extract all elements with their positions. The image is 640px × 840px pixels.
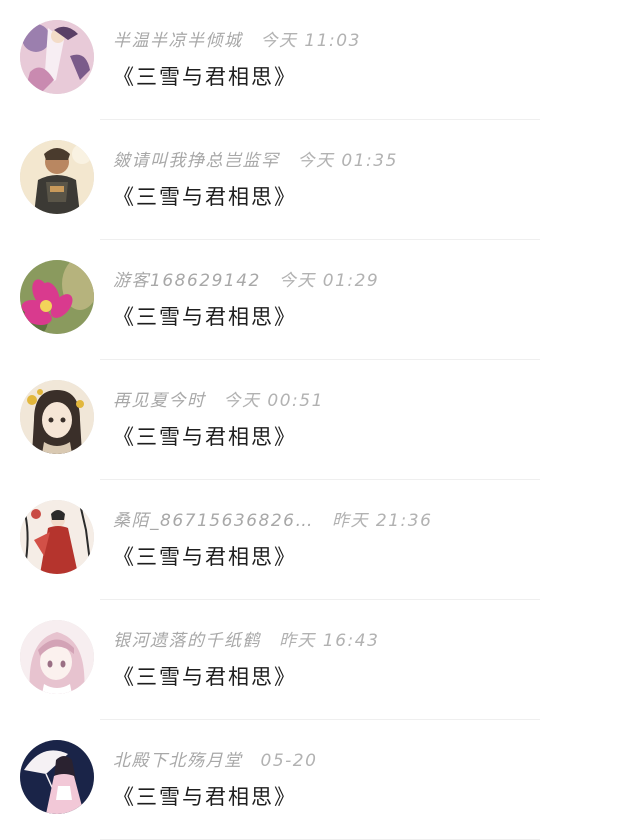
comment-meta: 半温半凉半倾城 今天 11:03 — [113, 29, 361, 53]
username-link[interactable]: 皴请叫我挣总岂监罕 — [113, 151, 280, 171]
comment-item[interactable]: 半温半凉半倾城 今天 11:03 《三雪与君相思》 — [0, 0, 640, 120]
comment-meta: 银河遗落的千纸鹤 昨天 16:43 — [113, 629, 379, 653]
username-link[interactable]: 半温半凉半倾城 — [113, 31, 243, 51]
comment-list: 半温半凉半倾城 今天 11:03 《三雪与君相思》 皴请叫我挣总岂监罕 今天 01:… — [0, 0, 640, 840]
red-robe-figure-avatar-icon[interactable] — [20, 500, 94, 574]
cactus-flower-avatar-icon[interactable] — [20, 260, 94, 334]
pink-anime-girl-avatar-icon[interactable] — [20, 620, 94, 694]
timestamp: 今天 00:51 — [223, 391, 324, 411]
username-link[interactable]: 再见夏今时 — [113, 391, 206, 411]
comment-item[interactable]: 桑陌_86715636826… 昨天 21:36 《三雪与君相思》 — [0, 480, 640, 600]
comment-meta: 北殿下北殇月堂 05-20 — [113, 749, 317, 773]
username-link[interactable]: 银河遗落的千纸鹤 — [113, 631, 261, 651]
timestamp: 今天 11:03 — [260, 31, 361, 51]
comment-item[interactable]: 银河遗落的千纸鹤 昨天 16:43 《三雪与君相思》 — [0, 600, 640, 720]
timestamp: 今天 01:29 — [278, 271, 380, 291]
comment-text: 《三雪与君相思》 — [113, 305, 297, 329]
comment-text: 《三雪与君相思》 — [113, 185, 297, 209]
anime-girl-avatar-icon[interactable] — [20, 380, 94, 454]
comment-item[interactable]: 北殿下北殇月堂 05-20 《三雪与君相思》 — [0, 720, 640, 840]
comment-text: 《三雪与君相思》 — [113, 785, 297, 809]
comment-text: 《三雪与君相思》 — [113, 425, 297, 449]
fantasy-dancer-avatar-icon[interactable] — [20, 20, 94, 94]
comment-item[interactable]: 皴请叫我挣总岂监罕 今天 01:35 《三雪与君相思》 — [0, 120, 640, 240]
comment-item[interactable]: 再见夏今时 今天 00:51 《三雪与君相思》 — [0, 360, 640, 480]
timestamp: 昨天 16:43 — [279, 631, 380, 651]
username-link[interactable]: 游客168629142 — [113, 271, 261, 291]
comment-meta: 游客168629142 今天 01:29 — [113, 269, 379, 293]
timestamp: 05-20 — [260, 751, 318, 771]
comment-item[interactable]: 游客168629142 今天 01:29 《三雪与君相思》 — [0, 240, 640, 360]
umbrella-girl-avatar-icon[interactable] — [20, 740, 94, 814]
comment-text: 《三雪与君相思》 — [113, 545, 297, 569]
timestamp: 昨天 21:36 — [331, 511, 433, 531]
comment-meta: 皴请叫我挣总岂监罕 今天 01:35 — [113, 149, 398, 173]
comment-meta: 桑陌_86715636826… 昨天 21:36 — [113, 509, 432, 533]
timestamp: 今天 01:35 — [297, 151, 398, 171]
comment-meta: 再见夏今时 今天 00:51 — [113, 389, 324, 413]
comment-text: 《三雪与君相思》 — [113, 65, 297, 89]
game-soldier-avatar-icon[interactable] — [20, 140, 94, 214]
username-link[interactable]: 桑陌_86715636826… — [113, 511, 314, 531]
comment-text: 《三雪与君相思》 — [113, 665, 297, 689]
username-link[interactable]: 北殿下北殇月堂 — [113, 751, 243, 771]
